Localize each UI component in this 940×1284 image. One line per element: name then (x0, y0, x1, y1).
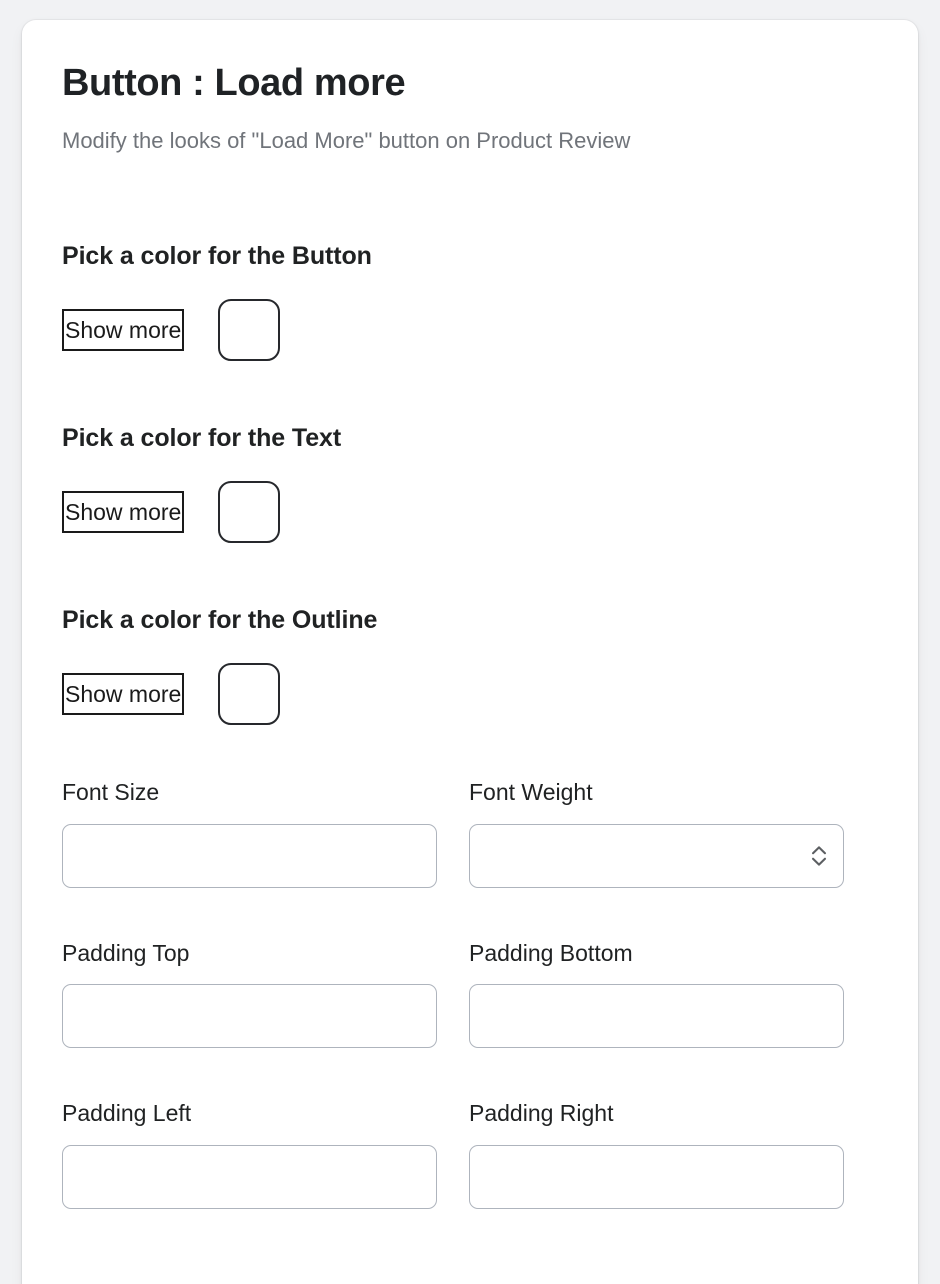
color-picker-row-text: Show more (62, 481, 878, 544)
section-heading-outline-color: Pick a color for the Outline (62, 606, 378, 635)
color-section-outline: Pick a color for the Outline Show more (62, 605, 878, 726)
field-label-font-weight: Font Weight (469, 779, 593, 806)
color-swatch-button[interactable] (218, 299, 281, 362)
color-picker-row-button: Show more (62, 299, 878, 362)
color-swatch-text[interactable] (218, 481, 281, 544)
show-more-button-button-color[interactable]: Show more (62, 309, 185, 352)
page-root: Button : Load more Modify the looks of "… (0, 0, 940, 1284)
field-padding-top: Padding Top (62, 940, 437, 1049)
page-subtitle: Modify the looks of "Load More" button o… (62, 127, 631, 153)
padding-left-input[interactable] (62, 1144, 437, 1209)
field-control-padding-left (62, 1144, 437, 1209)
show-more-button-outline-color[interactable]: Show more (62, 673, 185, 716)
field-font-weight: Font Weight (469, 779, 844, 888)
field-control-font-size (62, 823, 437, 888)
field-control-font-weight (469, 823, 844, 888)
field-font-size: Font Size (62, 779, 437, 888)
show-more-button-text-color[interactable]: Show more (62, 491, 185, 534)
field-control-padding-right (469, 1144, 844, 1209)
color-section-text: Pick a color for the Text Show more (62, 423, 878, 544)
field-label-padding-right: Padding Right (469, 1100, 614, 1127)
font-weight-select[interactable] (469, 823, 844, 888)
padding-right-input[interactable] (469, 1144, 844, 1209)
settings-card: Button : Load more Modify the looks of "… (22, 20, 918, 1284)
color-swatch-outline[interactable] (218, 663, 281, 726)
field-label-font-size: Font Size (62, 779, 160, 806)
font-size-input[interactable] (62, 823, 437, 888)
field-control-padding-top (62, 984, 437, 1049)
padding-bottom-input[interactable] (469, 984, 844, 1049)
page-title: Button : Load more (62, 62, 406, 104)
field-label-padding-bottom: Padding Bottom (469, 939, 633, 966)
field-label-padding-left: Padding Left (62, 1100, 192, 1127)
section-heading-text-color: Pick a color for the Text (62, 424, 342, 453)
section-heading-button-color: Pick a color for the Button (62, 242, 372, 271)
color-section-button: Pick a color for the Button Show more (62, 241, 878, 362)
field-control-padding-bottom (469, 984, 844, 1049)
field-padding-bottom: Padding Bottom (469, 940, 844, 1049)
field-padding-right: Padding Right (469, 1100, 844, 1209)
style-fields-grid: Font Size Font Weight Padding Top Paddin… (62, 779, 878, 1223)
padding-top-input[interactable] (62, 984, 437, 1049)
field-padding-left: Padding Left (62, 1100, 437, 1209)
color-picker-row-outline: Show more (62, 663, 878, 726)
field-label-padding-top: Padding Top (62, 939, 190, 966)
